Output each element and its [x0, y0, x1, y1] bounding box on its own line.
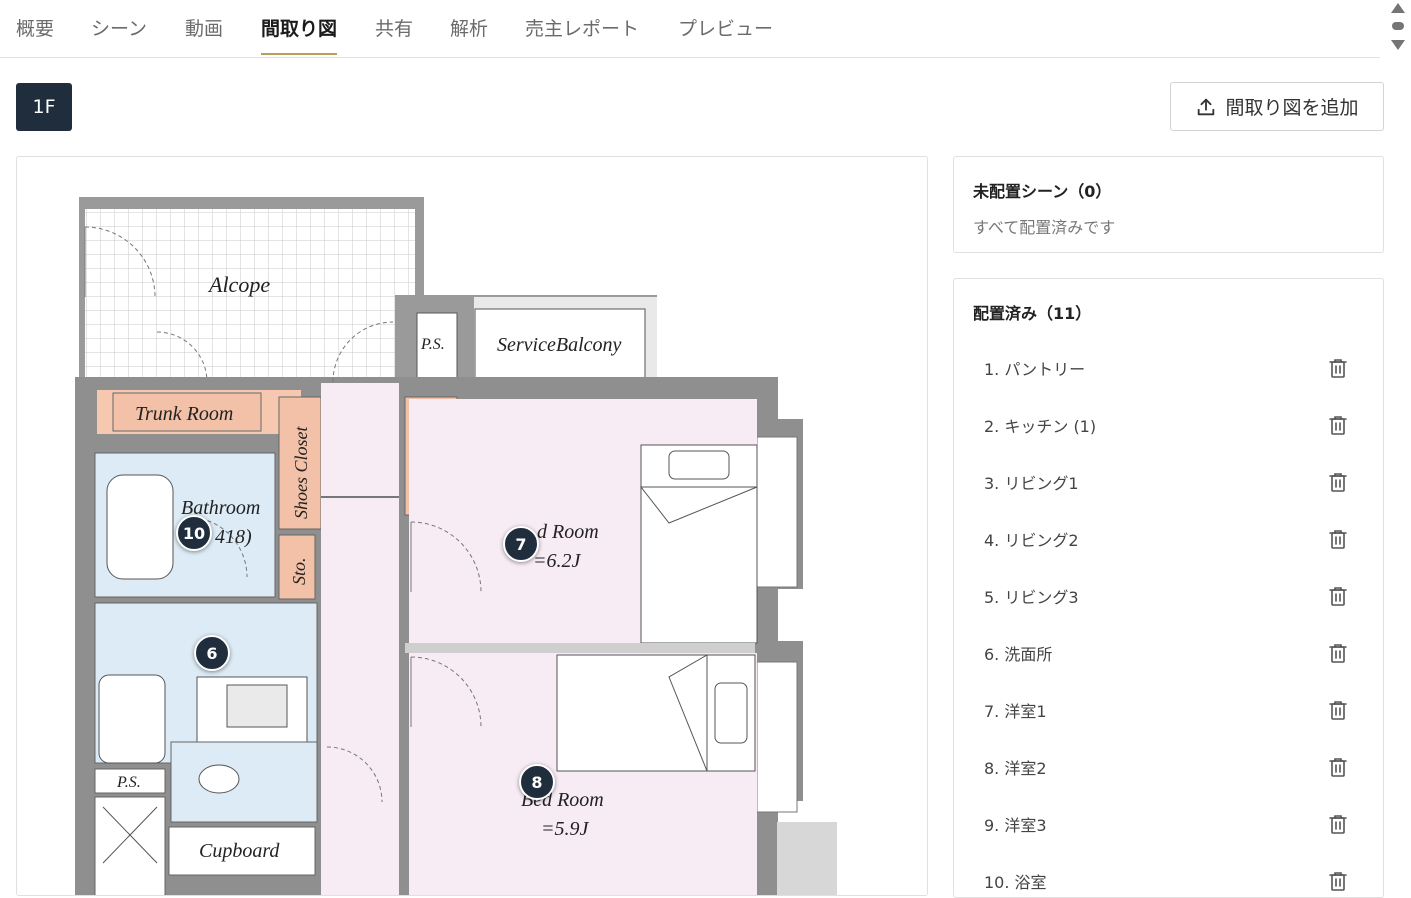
- room-label-sto: Sto.: [289, 557, 309, 585]
- room-label-service-balcony: ServiceBalcony: [497, 334, 621, 356]
- room-label-ps-top: P.S.: [420, 336, 445, 353]
- placed-scenes-title: 配置済み（11）: [973, 304, 1092, 323]
- placed-scene-item[interactable]: 7. 洋室1: [954, 690, 1383, 747]
- trash-icon[interactable]: [1329, 643, 1347, 663]
- placed-scene-item[interactable]: 10. 浴室: [954, 861, 1383, 897]
- placed-scene-label: 4. リビング2: [984, 531, 1079, 550]
- room-label-ps-left: P.S.: [116, 774, 141, 791]
- scene-pin-10[interactable]: 10: [176, 515, 212, 551]
- tab-analytics[interactable]: 解析: [450, 14, 488, 55]
- tab-videos[interactable]: 動画: [185, 14, 223, 55]
- placed-scenes-card: 配置済み（11） 1. パントリー 2. キッチン (1) 3. リビング1 4. リ…: [953, 278, 1384, 898]
- unplaced-scenes-card: 未配置シーン（0） すべて配置済みです: [953, 156, 1384, 253]
- floor-1f-button[interactable]: 1F: [16, 83, 72, 131]
- trash-icon[interactable]: [1329, 415, 1347, 435]
- scene-pin-6[interactable]: 6: [194, 635, 230, 671]
- placed-scene-item[interactable]: 2. キッチン (1): [954, 405, 1383, 462]
- tab-bar: 概要 シーン 動画 間取り図 共有 解析 売主レポート プレビュー: [0, 0, 1380, 58]
- tab-overview[interactable]: 概要: [16, 14, 54, 55]
- unplaced-scenes-title: 未配置シーン（0）: [973, 182, 1112, 201]
- trash-icon[interactable]: [1329, 700, 1347, 720]
- placed-scene-item[interactable]: 1. パントリー: [954, 348, 1383, 405]
- placed-scene-label: 5. リビング3: [984, 588, 1079, 607]
- scene-pin-7[interactable]: 7: [503, 526, 539, 562]
- trash-icon[interactable]: [1329, 358, 1347, 378]
- room-label-shoes-closet: Shoes Closet: [291, 426, 311, 519]
- room-label-cupboard: Cupboard: [199, 840, 280, 862]
- room-label-bedroom1: d Room: [537, 521, 599, 543]
- placed-scene-label: 8. 洋室2: [984, 759, 1047, 778]
- unplaced-scenes-message: すべて配置済みです: [973, 218, 1116, 237]
- tab-seller-report[interactable]: 売主レポート: [525, 14, 639, 55]
- tab-scenes[interactable]: シーン: [91, 14, 147, 55]
- trash-icon[interactable]: [1329, 472, 1347, 492]
- placed-scene-label: 1. パントリー: [984, 360, 1086, 379]
- trash-icon[interactable]: [1329, 814, 1347, 834]
- trash-icon[interactable]: [1329, 586, 1347, 606]
- room-label-alcove: Alcope: [207, 272, 270, 297]
- placed-scene-label: 7. 洋室1: [984, 702, 1047, 721]
- placed-scene-label: 6. 洗面所: [984, 645, 1053, 664]
- placed-scene-item[interactable]: 6. 洗面所: [954, 633, 1383, 690]
- placed-scene-item[interactable]: 5. リビング3: [954, 576, 1383, 633]
- scroll-down-icon[interactable]: [1391, 40, 1405, 50]
- tab-preview[interactable]: プレビュー: [678, 14, 773, 55]
- placed-scene-label: 9. 洋室3: [984, 816, 1047, 835]
- placed-scene-item[interactable]: 4. リビング2: [954, 519, 1383, 576]
- room-label-trunk-room: Trunk Room: [135, 403, 233, 425]
- room-label-bedroom2-size: =5.9J: [541, 818, 589, 840]
- room-label-bedroom1-size: =6.2J: [533, 550, 581, 572]
- tab-share[interactable]: 共有: [375, 14, 413, 55]
- trash-icon[interactable]: [1329, 757, 1347, 777]
- placed-scene-item[interactable]: 3. リビング1: [954, 462, 1383, 519]
- placed-scene-label: 2. キッチン (1): [984, 417, 1097, 436]
- scroll-up-icon[interactable]: [1391, 3, 1405, 13]
- trash-icon[interactable]: [1329, 871, 1347, 891]
- placed-scene-item[interactable]: 8. 洋室2: [954, 747, 1383, 804]
- add-floorplan-label: 間取り図を追加: [1225, 97, 1359, 119]
- tab-scroll-control[interactable]: [1387, 0, 1409, 57]
- upload-icon: [1198, 98, 1215, 115]
- add-floorplan-button[interactable]: 間取り図を追加: [1170, 82, 1384, 131]
- scroll-thumb[interactable]: [1392, 22, 1404, 30]
- placed-scene-label: 3. リビング1: [984, 474, 1079, 493]
- scene-pin-8[interactable]: 8: [519, 764, 555, 800]
- trash-icon[interactable]: [1329, 529, 1347, 549]
- floorplan-card: Alcope P.S. ServiceBalcony Trunk Room Sh…: [16, 156, 928, 896]
- tab-floorplan[interactable]: 間取り図: [261, 14, 338, 55]
- floorplan-image[interactable]: Alcope P.S. ServiceBalcony Trunk Room Sh…: [17, 157, 928, 896]
- room-label-bathroom-size: 418): [215, 526, 252, 548]
- placed-scene-item[interactable]: 9. 洋室3: [954, 804, 1383, 861]
